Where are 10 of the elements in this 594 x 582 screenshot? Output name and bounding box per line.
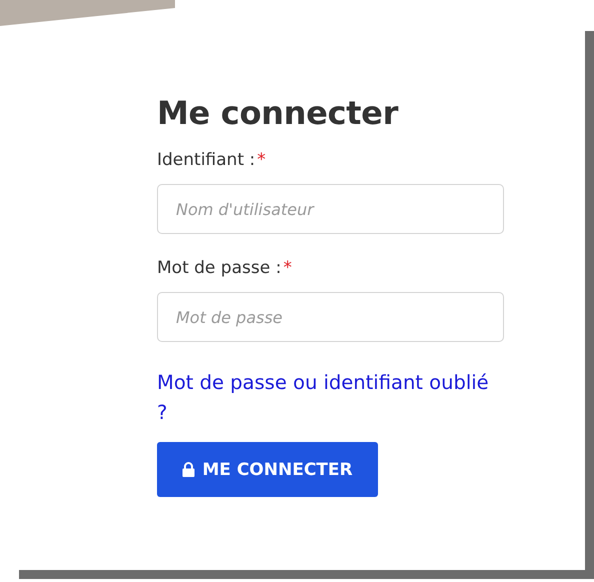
field-label: Mot de passe :: [157, 258, 282, 278]
page-title: Me connecter: [157, 94, 400, 132]
lock-icon: [182, 462, 196, 477]
field-label: Identifiant :: [157, 150, 256, 170]
required-mark: *: [283, 258, 292, 278]
login-button[interactable]: ME CONNECTER: [157, 442, 378, 497]
input-field[interactable]: Nom d'utilisateur: [157, 184, 504, 234]
forgot-link[interactable]: Mot de passe ou identifiant oublié ?: [157, 368, 497, 428]
required-mark: *: [257, 150, 266, 170]
input-field[interactable]: Mot de passe: [157, 292, 504, 342]
